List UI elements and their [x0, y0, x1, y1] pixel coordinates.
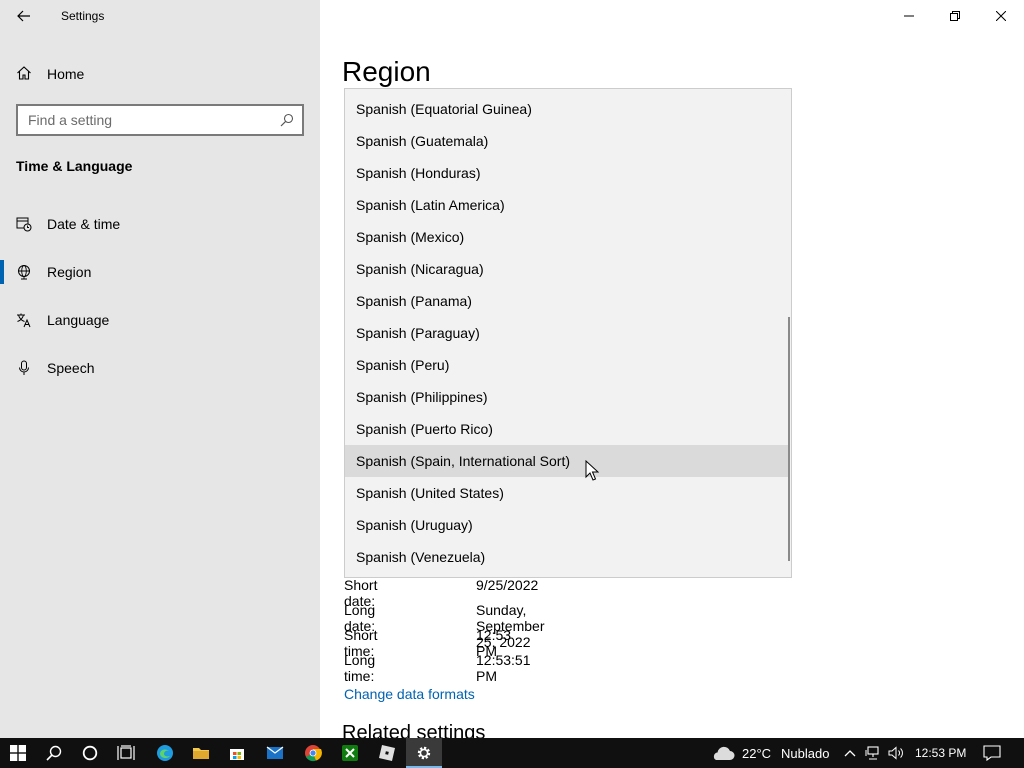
window-controls [886, 0, 1024, 32]
dropdown-option[interactable]: Spanish (Philippines) [345, 381, 789, 413]
dropdown-option[interactable]: Spanish (Panama) [345, 285, 789, 317]
section-heading: Time & Language [16, 158, 133, 174]
sidebar-item-label: Region [47, 264, 92, 280]
file-explorer-icon [193, 748, 209, 759]
format-value: 12:53:51 PM [476, 652, 531, 684]
sidebar-item-label: Speech [47, 360, 95, 376]
weather-condition[interactable]: Nublado [781, 746, 829, 761]
dropdown-option[interactable]: Spanish (Venezuela) [345, 541, 789, 573]
network-icon[interactable] [865, 746, 881, 760]
format-key: Long time: [344, 652, 376, 684]
home-label: Home [47, 66, 85, 82]
dropdown-option[interactable]: Spanish (Mexico) [345, 221, 789, 253]
mail-button[interactable] [257, 738, 293, 768]
dropdown-option[interactable]: Spanish (Puerto Rico) [345, 413, 789, 445]
calendar-clock-icon [16, 217, 32, 232]
settings-taskbar-button[interactable] [406, 738, 442, 768]
volume-icon[interactable] [888, 746, 904, 760]
close-button[interactable] [978, 0, 1024, 32]
sidebar: Settings Home Time & Language Date & tim… [0, 0, 320, 738]
restore-button[interactable] [932, 0, 978, 32]
sidebar-item-home[interactable]: Home [0, 56, 320, 90]
chrome-icon [305, 745, 322, 762]
language-icon [17, 313, 31, 328]
cortana-icon [82, 745, 98, 761]
roblox-button[interactable] [369, 738, 405, 768]
sidebar-item-speech[interactable]: Speech [0, 348, 320, 388]
chrome-button[interactable] [295, 738, 331, 768]
selection-indicator [0, 260, 4, 284]
action-center-icon[interactable] [983, 745, 1001, 761]
edge-button[interactable] [147, 738, 183, 768]
dropdown-option[interactable]: Spanish (Honduras) [345, 157, 789, 189]
search-input[interactable] [28, 107, 278, 133]
sidebar-item-language[interactable]: Language [0, 300, 320, 340]
weather-temperature[interactable]: 22°C [742, 746, 771, 761]
home-icon [17, 66, 31, 80]
weather-cloud-icon[interactable] [710, 744, 736, 762]
dropdown-option[interactable]: Spanish (Equatorial Guinea) [345, 93, 789, 125]
store-icon [230, 749, 244, 760]
taskbar-search-button[interactable] [36, 738, 72, 768]
settings-gear-icon [417, 746, 431, 760]
mouse-cursor-icon [585, 460, 599, 481]
format-value: 9/25/2022 [476, 577, 539, 593]
dropdown-option[interactable]: Spanish (Peru) [345, 349, 789, 381]
dropdown-option[interactable]: Spanish (Guatemala) [345, 125, 789, 157]
microphone-icon [19, 360, 29, 375]
sidebar-item-label: Date & time [47, 216, 121, 232]
xbox-icon [342, 745, 358, 761]
xbox-button[interactable] [332, 738, 368, 768]
dropdown-option[interactable]: Spanish (Latin America) [345, 189, 789, 221]
search-icon[interactable] [280, 113, 294, 127]
globe-icon [18, 265, 30, 280]
close-icon [996, 11, 1006, 21]
app-title: Settings [61, 9, 105, 23]
dropdown-option[interactable]: Spanish (Paraguay) [345, 317, 789, 349]
dropdown-option[interactable]: Spanish (United States) [345, 477, 789, 509]
sidebar-item-region[interactable]: Region [0, 252, 320, 292]
back-arrow-icon [17, 10, 30, 22]
dropdown-option[interactable]: Spanish (Uruguay) [345, 509, 789, 541]
minimize-button[interactable] [886, 0, 932, 32]
start-button[interactable] [0, 738, 36, 768]
back-button[interactable] [8, 2, 40, 30]
page-title: Region [342, 56, 431, 87]
start-icon [10, 745, 26, 761]
dropdown-option[interactable]: Spanish (Nicaragua) [345, 253, 789, 285]
task-view-button[interactable] [108, 738, 144, 768]
restore-icon [950, 11, 960, 21]
chevron-up-icon[interactable] [844, 748, 856, 758]
roblox-icon [379, 745, 395, 761]
taskbar-clock[interactable]: 12:53 PM [915, 746, 966, 760]
store-button[interactable] [219, 738, 255, 768]
regional-format-dropdown-list[interactable]: Spanish (Equatorial Guinea) Spanish (Gua… [344, 88, 792, 578]
task-view-icon [117, 745, 135, 760]
sidebar-item-label: Language [47, 312, 110, 328]
minimize-icon [904, 15, 914, 17]
search-box[interactable] [16, 104, 304, 136]
dropdown-option-hovered[interactable]: Spanish (Spain, International Sort) [345, 445, 789, 477]
change-data-formats-link[interactable]: Change data formats [344, 686, 475, 702]
search-icon [46, 745, 62, 761]
mail-icon [266, 746, 284, 759]
cortana-button[interactable] [72, 738, 108, 768]
sidebar-item-date-time[interactable]: Date & time [0, 204, 320, 244]
taskbar: 22°C Nublado 12:53 PM [0, 738, 1024, 768]
edge-icon [157, 745, 173, 761]
dropdown-scrollbar[interactable] [788, 317, 790, 561]
titlebar-left: Settings [0, 0, 320, 32]
file-explorer-button[interactable] [183, 738, 219, 768]
